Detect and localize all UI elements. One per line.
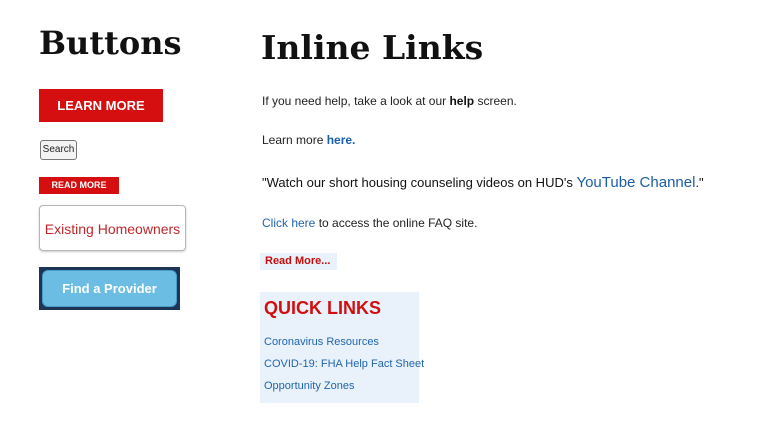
help-sentence: If you need help, take a look at our hel… xyxy=(262,94,517,108)
find-provider-button[interactable]: Find a Provider xyxy=(42,270,177,307)
learn-text-before: Learn more xyxy=(262,133,327,147)
quick-link-fha-fact-sheet[interactable]: COVID-19: FHA Help Fact Sheet xyxy=(264,358,424,370)
help-bold-word: help xyxy=(449,94,475,108)
quick-links-title: QUICK LINKS xyxy=(264,298,381,318)
here-link[interactable]: here. xyxy=(327,133,356,147)
learn-more-button[interactable]: LEARN MORE xyxy=(39,89,163,122)
youtube-channel-link[interactable]: YouTube Channel xyxy=(576,174,695,191)
watch-sentence: "Watch our short housing counseling vide… xyxy=(262,174,704,191)
quick-link-coronavirus-resources[interactable]: Coronavirus Resources xyxy=(264,336,379,348)
inline-links-heading: Inline Links xyxy=(261,28,484,67)
watch-text-before: "Watch our short housing counseling vide… xyxy=(262,175,577,190)
watch-text-after: ." xyxy=(695,175,704,190)
existing-homeowners-button[interactable]: Existing Homeowners xyxy=(39,205,186,251)
faq-text-after: to access the online FAQ site. xyxy=(315,216,478,230)
help-text-before: If you need help, take a look at our xyxy=(262,94,450,108)
learn-more-sentence: Learn more here. xyxy=(262,133,355,147)
faq-sentence: Click here to access the online FAQ site… xyxy=(262,216,477,230)
help-text-after: screen. xyxy=(474,94,517,108)
find-provider-frame: Find a Provider xyxy=(39,267,180,310)
quick-links-panel: QUICK LINKS Coronavirus Resources COVID-… xyxy=(260,292,424,403)
click-here-link[interactable]: Click here xyxy=(262,216,315,230)
buttons-heading: Buttons xyxy=(39,24,182,62)
read-more-button[interactable]: READ MORE xyxy=(39,177,119,194)
quick-link-opportunity-zones[interactable]: Opportunity Zones xyxy=(264,380,355,392)
read-more-link[interactable]: Read More... xyxy=(260,253,337,270)
search-button[interactable]: Search xyxy=(40,140,77,160)
